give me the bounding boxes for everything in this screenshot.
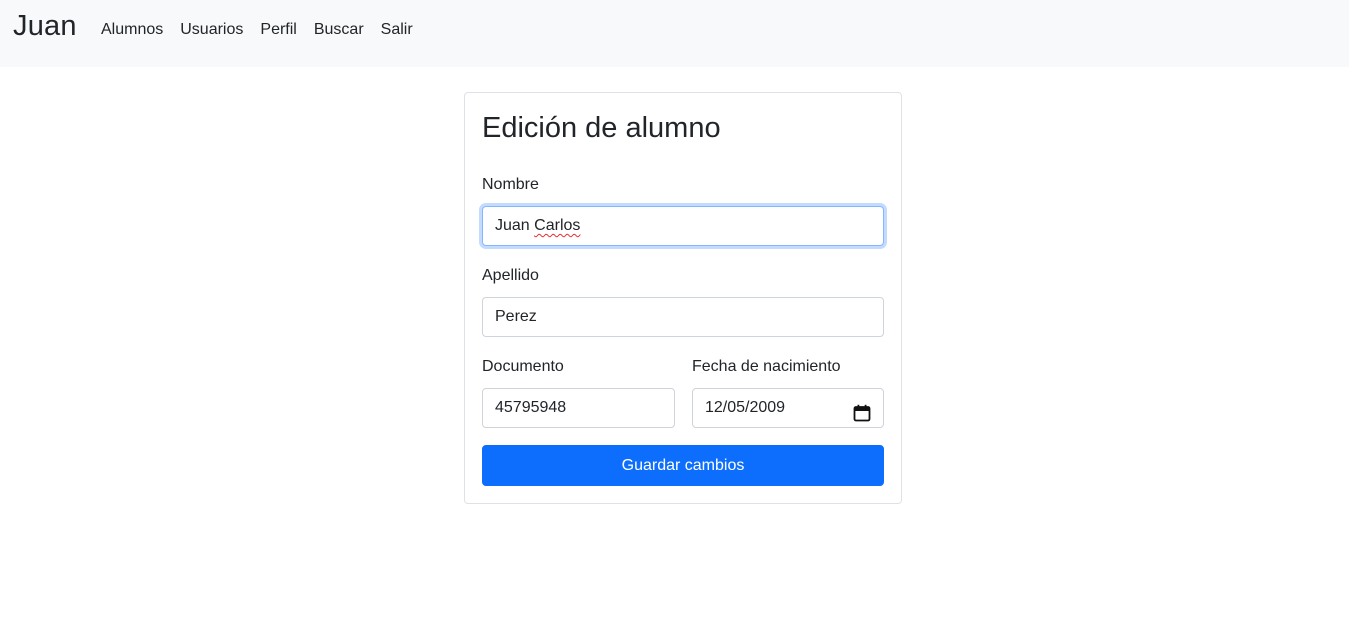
form-title: Edición de alumno bbox=[482, 112, 721, 144]
nombre-label: Nombre bbox=[482, 176, 539, 193]
apellido-input[interactable]: Perez bbox=[482, 297, 884, 337]
nav-link-usuarios[interactable]: Usuarios bbox=[180, 19, 243, 41]
documento-label: Documento bbox=[482, 358, 564, 375]
nav-link-salir[interactable]: Salir bbox=[381, 19, 413, 41]
navbar-brand[interactable]: Juan bbox=[13, 8, 77, 44]
documento-input[interactable]: 45795948 bbox=[482, 388, 675, 428]
fecha-nacimiento-input[interactable]: 12/05/2009 bbox=[692, 388, 884, 428]
fecha-nacimiento-label: Fecha de nacimiento bbox=[692, 358, 841, 375]
save-changes-button[interactable]: Guardar cambios bbox=[482, 445, 884, 486]
nav-link-alumnos[interactable]: Alumnos bbox=[101, 19, 163, 41]
navbar: Juan Alumnos Usuarios Perfil Buscar Sali… bbox=[0, 0, 1349, 67]
nombre-value: Juan Carlos bbox=[495, 217, 581, 234]
calendar-icon[interactable] bbox=[853, 399, 871, 422]
nav-link-perfil[interactable]: Perfil bbox=[260, 19, 296, 41]
nav-link-buscar[interactable]: Buscar bbox=[314, 19, 364, 41]
nav-links: Alumnos Usuarios Perfil Buscar Salir bbox=[101, 19, 430, 41]
apellido-label: Apellido bbox=[482, 267, 539, 284]
edit-student-card: Edición de alumno Nombre Juan Carlos Ape… bbox=[464, 92, 902, 504]
documento-value: 45795948 bbox=[495, 399, 567, 416]
nombre-input[interactable]: Juan Carlos bbox=[482, 206, 884, 246]
apellido-value: Perez bbox=[495, 308, 537, 325]
fecha-nacimiento-value: 12/05/2009 bbox=[705, 399, 786, 416]
